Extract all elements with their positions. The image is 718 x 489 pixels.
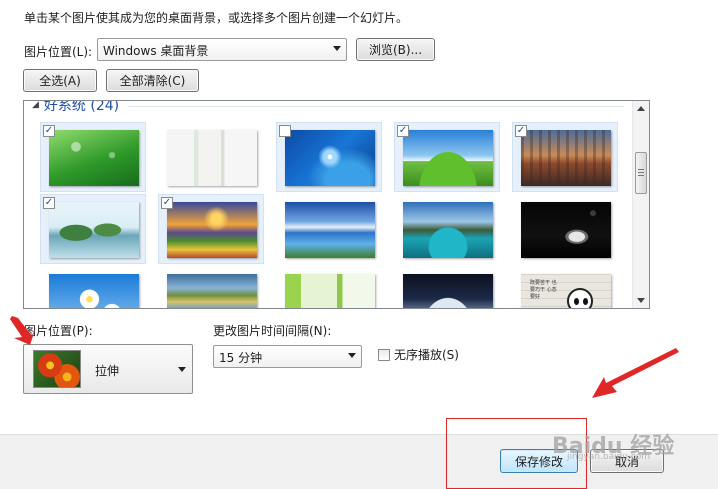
wallpaper-thumbnail [167, 130, 257, 186]
tile-checkbox[interactable]: ✓ [515, 125, 527, 137]
interval-label: 更改图片时间间隔(N): [213, 324, 332, 338]
wallpaper-thumbnail [285, 130, 375, 186]
wallpaper-tile[interactable] [40, 266, 146, 308]
panda-eye-icon [583, 298, 588, 305]
position-label: 图片位置(P): [24, 324, 93, 338]
scrollbar-thumb[interactable] [635, 152, 647, 194]
shuffle-label: 无序播放(S) [394, 348, 459, 362]
wallpaper-gallery[interactable]: ◢ 好系统 (24) ✓ ✓ ✓ ✓ ✓ 既要苦干 也要巧干 心态要好 [23, 100, 650, 309]
wallpaper-thumbnail [403, 130, 493, 186]
wallpaper-tile[interactable]: ✓ [40, 122, 146, 192]
collapse-triangle-icon[interactable]: ◢ [32, 101, 39, 110]
wallpaper-tile[interactable] [276, 194, 382, 264]
shuffle-checkbox-box[interactable] [378, 348, 390, 361]
wallpaper-tile[interactable] [276, 266, 382, 308]
wallpaper-tile[interactable]: 既要苦干 也要巧干 心态要好 [512, 266, 618, 308]
interval-dropdown[interactable]: 15 分钟 [213, 345, 362, 368]
chevron-down-icon [178, 367, 186, 372]
location-dropdown-value: Windows 桌面背景 [103, 44, 209, 58]
tile-checkbox[interactable]: ✓ [43, 197, 55, 209]
wallpaper-tile[interactable]: ✓ [40, 194, 146, 264]
gallery-scrollbar[interactable] [632, 101, 649, 308]
wallpaper-thumbnail [167, 274, 257, 308]
wallpaper-thumbnail [403, 202, 493, 258]
group-divider [128, 106, 624, 107]
shuffle-checkbox[interactable]: 无序播放(S) [378, 346, 459, 363]
wallpaper-thumbnail [285, 202, 375, 258]
wallpaper-tile[interactable] [276, 122, 382, 192]
wallpaper-tile[interactable]: ✓ [394, 122, 500, 192]
location-dropdown[interactable]: Windows 桌面背景 [97, 38, 347, 61]
panda-eye-icon [574, 298, 579, 305]
location-label: 图片位置(L): [24, 45, 93, 59]
wallpaper-thumbnail [403, 274, 493, 308]
position-preview-image [33, 350, 81, 388]
tile-checkbox[interactable]: ✓ [397, 125, 409, 137]
chevron-down-icon [348, 353, 356, 358]
wallpaper-thumbnail [521, 130, 611, 186]
wallpaper-thumbnail [285, 274, 375, 308]
group-label: 好系统 (24) [43, 100, 120, 114]
watermark-url: jingyan.baidu.com [567, 452, 651, 462]
tile-checkbox[interactable] [279, 125, 291, 137]
wallpaper-thumbnail: 既要苦干 也要巧干 心态要好 [521, 274, 611, 308]
wallpaper-thumbnail [521, 202, 611, 258]
scroll-down-icon[interactable] [637, 298, 645, 303]
tile-checkbox[interactable]: ✓ [43, 125, 55, 137]
panda-slogan: 既要苦干 也要巧干 心态要好 [530, 280, 557, 300]
position-dropdown-value: 拉伸 [95, 364, 120, 378]
wallpaper-thumbnail [49, 202, 139, 258]
wallpaper-thumbnail [49, 274, 139, 308]
wallpaper-tile[interactable] [158, 266, 264, 308]
select-all-button[interactable]: 全选(A) [23, 69, 97, 92]
clear-all-button[interactable]: 全部清除(C) [106, 69, 199, 92]
browse-button[interactable]: 浏览(B)... [356, 38, 435, 61]
tile-checkbox[interactable]: ✓ [161, 197, 173, 209]
annotation-arrow-icon [592, 348, 679, 398]
wallpaper-tile[interactable] [394, 266, 500, 308]
wallpaper-tile[interactable]: ✓ [512, 122, 618, 192]
instruction-text: 单击某个图片使其成为您的桌面背景，或选择多个图片创建一个幻灯片。 [24, 11, 409, 25]
wallpaper-tile[interactable]: ✓ [158, 194, 264, 264]
interval-dropdown-value: 15 分钟 [219, 351, 263, 365]
position-dropdown[interactable]: 拉伸 [23, 344, 193, 394]
wallpaper-thumbnail [167, 202, 257, 258]
group-header[interactable]: ◢ 好系统 (24) [32, 100, 120, 114]
wallpaper-tile[interactable] [512, 194, 618, 264]
chevron-down-icon [333, 46, 341, 51]
wallpaper-tile[interactable] [394, 194, 500, 264]
panda-face-icon [567, 288, 593, 308]
wallpaper-thumbnail [49, 130, 139, 186]
wallpaper-tile[interactable] [158, 122, 264, 192]
scroll-up-icon[interactable] [637, 106, 645, 111]
